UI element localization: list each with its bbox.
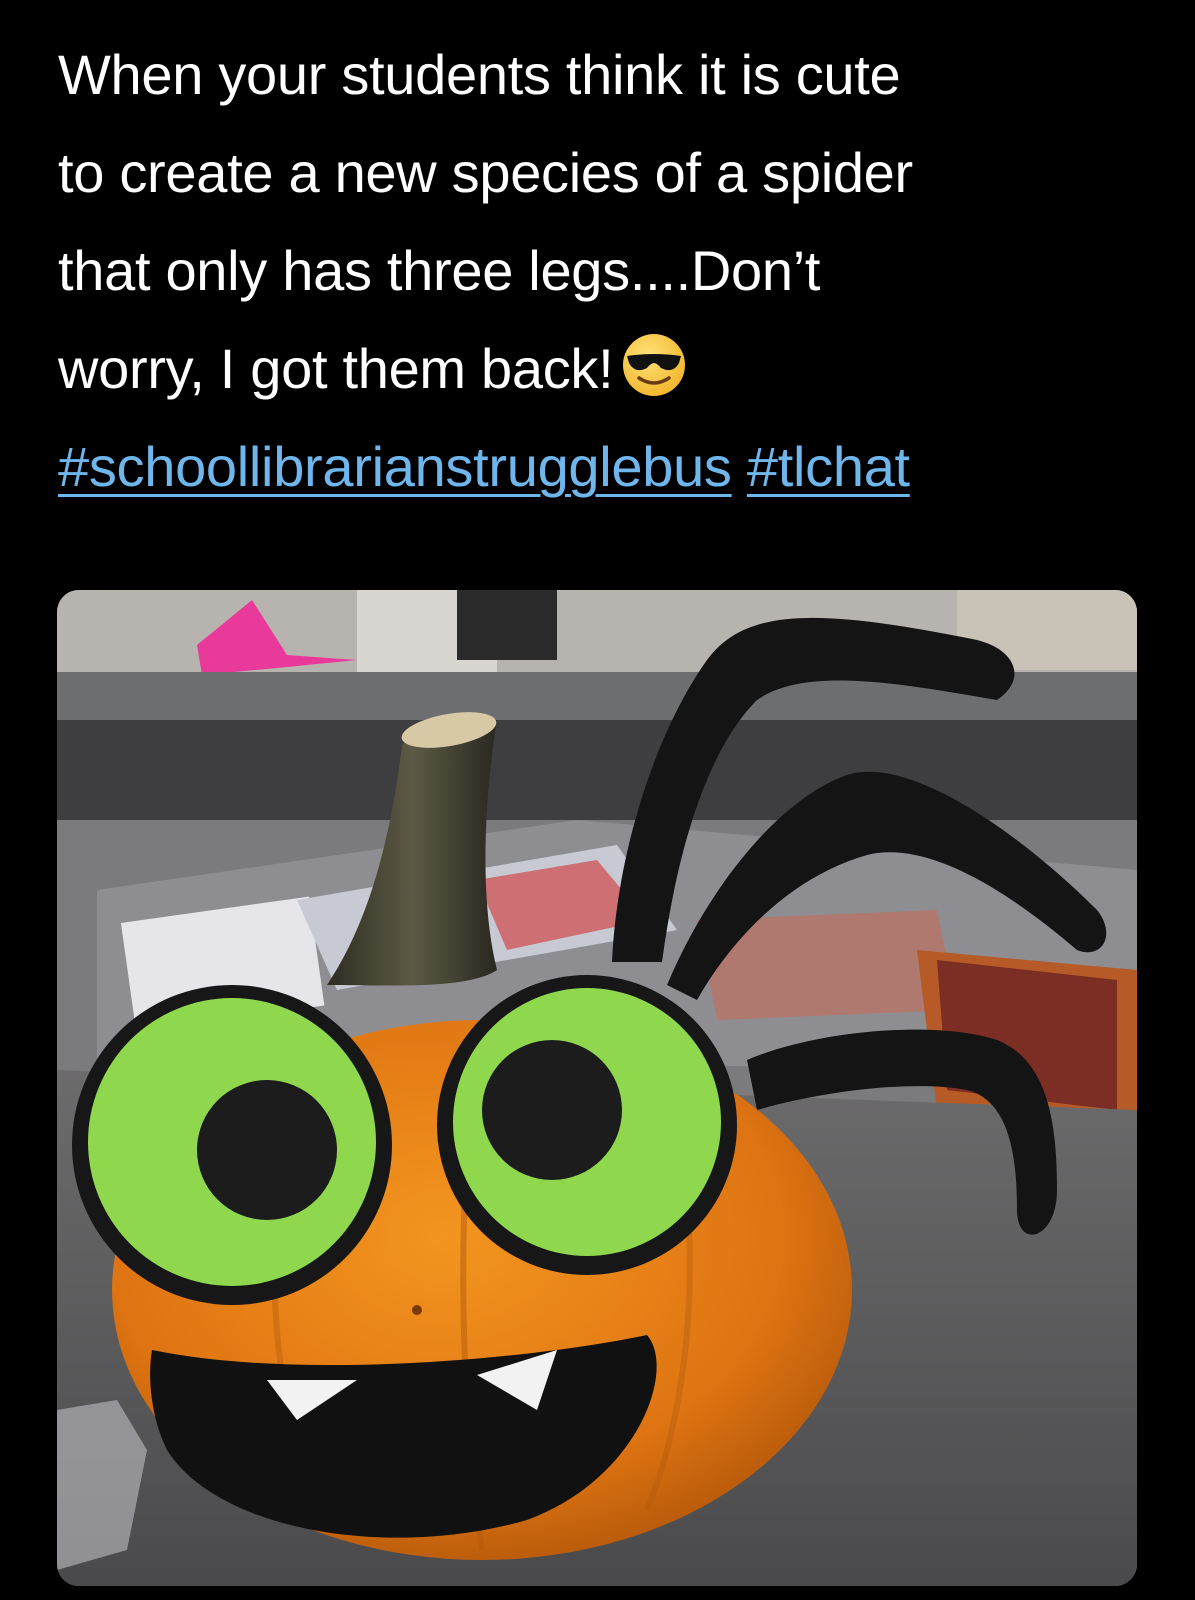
hashtag-schoollibrarianstrugglebus[interactable]: #schoollibrarianstrugglebus: [58, 435, 732, 498]
tweet-line-3: that only has three legs....Don’t: [58, 239, 821, 302]
tweet-line-4: worry, I got them back!: [58, 337, 614, 400]
tweet-line-1: When your students think it is cute: [58, 43, 901, 106]
tweet-text: When your students think it is cute to c…: [58, 26, 1158, 516]
tweet-photo[interactable]: [57, 590, 1137, 1586]
tweet-line-4-container: worry, I got them back!: [58, 320, 1158, 418]
hashtags-line: #schoollibrarianstrugglebus #tlchat: [58, 418, 1158, 516]
smiling-face-with-sunglasses-icon: [621, 330, 687, 396]
hashtag-tlchat[interactable]: #tlchat: [747, 435, 910, 498]
pumpkin-spider-photo: [57, 590, 1137, 1586]
tweet-line-2: to create a new species of a spider: [58, 141, 913, 204]
